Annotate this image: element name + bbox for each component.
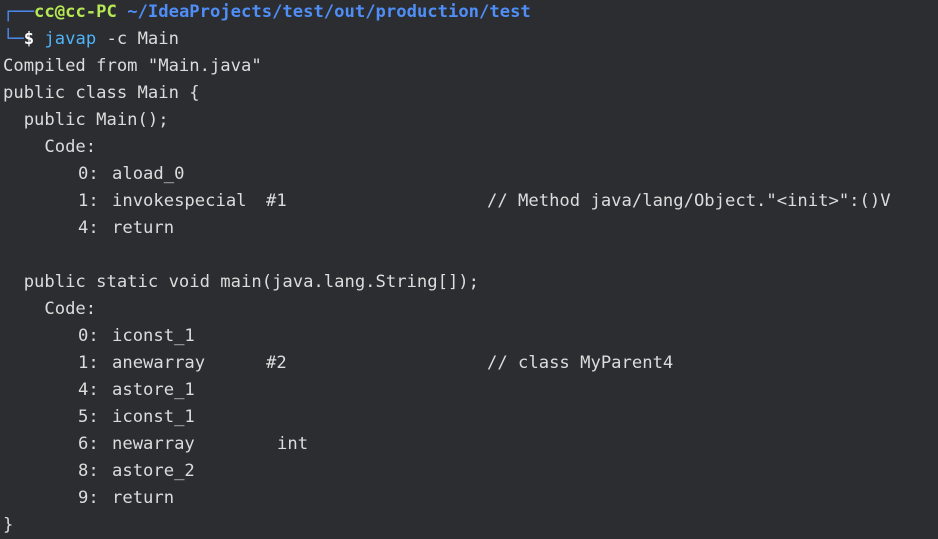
prompt-frame-top: ┌──	[3, 2, 35, 22]
bytecode-arg: #1	[266, 191, 287, 211]
bytecode-index: 0:	[78, 326, 99, 346]
bytecode-op: astore_1	[112, 380, 195, 400]
bytecode-arg: int	[277, 434, 309, 454]
bytecode-comment: // class MyParent4	[487, 353, 674, 373]
bytecode-index: 9:	[78, 488, 99, 508]
bytecode-index: 0:	[78, 164, 99, 184]
prompt-line-1: ┌──cc@cc-PC ~/IdeaProjects/test/out/prod…	[3, 0, 531, 26]
bytecode-comment: // Method java/lang/Object."<init>":()V	[487, 191, 891, 211]
bytecode-op: astore_2	[112, 461, 195, 481]
prompt-user-host: cc@cc-PC	[34, 2, 117, 22]
prompt-dollar: $	[23, 29, 35, 49]
constructor-code-label: Code:	[3, 137, 97, 157]
prompt-frame-bottom: └─	[3, 29, 24, 49]
bytecode-op: return	[112, 218, 175, 238]
bytecode-index: 1:	[78, 353, 99, 373]
command-args: -c Main	[106, 29, 179, 49]
bytecode-index: 4:	[78, 218, 99, 238]
command-name: javap	[44, 29, 97, 49]
main-method-declaration: public static void main(java.lang.String…	[3, 272, 479, 292]
bytecode-op: invokespecial	[112, 191, 247, 211]
terminal-window[interactable]: ┌──cc@cc-PC ~/IdeaProjects/test/out/prod…	[0, 0, 938, 535]
bytecode-index: 6:	[78, 434, 99, 454]
prompt-line-2[interactable]: └─$ javap -c Main	[3, 26, 179, 53]
class-declaration: public class Main {	[3, 83, 200, 103]
bytecode-index: 8:	[78, 461, 99, 481]
bytecode-op: iconst_1	[112, 326, 195, 346]
bytecode-op: anewarray	[112, 353, 206, 373]
bytecode-op: newarray	[112, 434, 195, 454]
bytecode-index: 1:	[78, 191, 99, 211]
compiled-from-line: Compiled from "Main.java"	[3, 56, 262, 76]
prompt-path: ~/IdeaProjects/test/out/production/test	[127, 2, 531, 22]
bytecode-op: aload_0	[112, 164, 185, 184]
bytecode-index: 4:	[78, 380, 99, 400]
bytecode-op: return	[112, 488, 175, 508]
bytecode-arg: #2	[266, 353, 287, 373]
closing-brace: }	[3, 515, 14, 535]
bytecode-index: 5:	[78, 407, 99, 427]
constructor-declaration: public Main();	[3, 110, 169, 130]
main-code-label: Code:	[3, 299, 97, 319]
bytecode-op: iconst_1	[112, 407, 195, 427]
